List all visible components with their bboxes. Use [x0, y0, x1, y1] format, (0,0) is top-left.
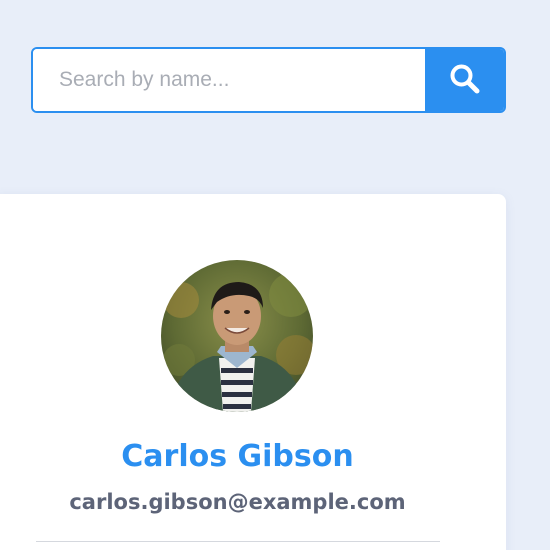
user-email: carlos.gibson@example.com	[69, 490, 406, 514]
page: Carlos Gibson carlos.gibson@example.com	[0, 0, 550, 550]
search-bar	[31, 47, 506, 113]
search-button[interactable]	[425, 49, 504, 111]
search-input[interactable]	[33, 49, 425, 111]
avatar	[161, 260, 313, 412]
user-name: Carlos Gibson	[121, 439, 354, 474]
profile-card: Carlos Gibson carlos.gibson@example.com	[0, 194, 506, 550]
divider	[36, 541, 440, 542]
search-icon	[448, 62, 482, 99]
